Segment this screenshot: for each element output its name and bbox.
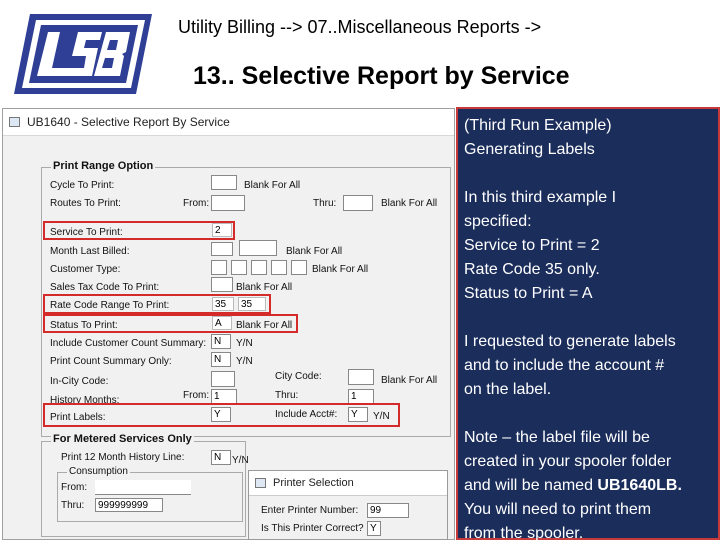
history-thru-label: Thru: [275,390,299,401]
count-only-note: Y/N [236,356,253,367]
status-input[interactable]: A [212,316,232,330]
month-billed-note: Blank For All [286,246,343,257]
explanation-panel: (Third Run Example) Generating Labels In… [456,107,720,542]
routes-thru-label: Thru: [313,198,337,209]
metered-title: For Metered Services Only [51,433,194,445]
status-note: Blank For All [236,320,293,331]
include-count-label: Include Customer Count Summary: [50,338,207,349]
panel-filename-prefix: and will be named [464,477,598,494]
cons-thru-label: Thru: [61,500,85,511]
panel-para3-line: and will be named UB1640LB. [464,474,718,498]
service-label: Service To Print: [50,227,123,238]
panel-heading-1: (Third Run Example) [464,117,612,134]
window-title: UB1640 - Selective Report By Service [27,115,230,129]
print-labels-note: Y/N [373,411,390,422]
company-logo [14,14,152,94]
history12-note: Y/N [232,455,249,466]
printer-correct-label: Is This Printer Correct? [261,523,364,534]
printer-number-input[interactable]: 99 [367,503,409,518]
history-from-label: From: [183,390,210,401]
service-input[interactable]: 2 [212,223,232,237]
in-city-label: In-City Code: [50,376,109,387]
in-city-note: Blank For All [381,375,438,386]
panel-line: specified: [464,213,532,230]
panel-heading-2: Generating Labels [464,141,595,158]
status-label: Status To Print: [50,320,118,331]
rate-code-thru-input[interactable]: 35 [238,297,266,311]
city-code-label: City Code: [275,371,322,382]
cycle-note: Blank For All [244,180,301,191]
count-only-label: Print Count Summary Only: [50,356,172,367]
panel-line: Rate Code 35 only. [464,261,600,278]
panel-para3-line: You will need to print them [464,501,652,518]
routes-note: Blank For All [381,198,438,209]
panel-para3-line: created in your spooler folder [464,453,672,470]
count-only-input[interactable]: N [211,352,231,367]
panel-para2-line: on the label. [464,381,552,398]
dialog-title: Printer Selection [273,477,354,489]
routes-from-label: From: [183,198,210,209]
routes-label: Routes To Print: [50,198,121,209]
routes-from-input[interactable] [211,195,245,211]
rate-code-label: Rate Code Range To Print: [50,300,170,311]
dialog-icon [255,478,266,488]
cons-thru-input[interactable]: 999999999 [95,498,163,512]
panel-line: Service to Print = 2 [464,237,600,254]
panel-filename: UB1640LB. [597,477,682,494]
app-icon [9,117,20,127]
panel-line: Status to Print = A [464,285,593,302]
history12-label: Print 12 Month History Line: [61,452,185,463]
cycle-label: Cycle To Print: [50,180,115,191]
printer-selection-dialog: Printer Selection Enter Printer Number: … [248,470,448,540]
sales-tax-input[interactable] [211,277,233,292]
include-count-note: Y/N [236,338,253,349]
customer-type-box-3[interactable] [251,260,267,275]
history12-input[interactable]: N [211,450,231,465]
customer-type-box-4[interactable] [271,260,287,275]
print-labels-label: Print Labels: [50,412,106,423]
page-title: 13.. Selective Report by Service [193,62,570,90]
panel-para2-line: and to include the account # [464,357,665,374]
routes-thru-input[interactable] [343,195,373,211]
window-titlebar: UB1640 - Selective Report By Service [3,109,454,136]
printer-correct-input[interactable]: Y [367,521,381,536]
include-acct-label: Include Acct#: [275,409,338,420]
rate-code-from-input[interactable]: 35 [212,297,234,311]
month-billed-label: Month Last Billed: [50,246,130,257]
cycle-input[interactable] [211,175,237,190]
in-city-input[interactable] [211,371,235,387]
include-acct-input[interactable]: Y [348,407,368,422]
panel-para3-line: from the spooler. [464,525,584,542]
customer-type-note: Blank For All [312,264,369,275]
cons-from-label: From: [61,482,88,493]
cons-from-input[interactable] [95,480,191,495]
panel-para3-line: Note – the label file will be [464,429,650,446]
sales-tax-note: Blank For All [236,282,293,293]
customer-type-box-5[interactable] [291,260,307,275]
printer-number-label: Enter Printer Number: [261,505,359,516]
include-count-input[interactable]: N [211,334,231,349]
panel-para2-line: I requested to generate labels [464,333,676,350]
customer-type-label: Customer Type: [50,264,121,275]
panel-line: In this third example I [464,189,617,206]
print-range-title: Print Range Option [51,160,156,172]
history-thru-input[interactable]: 1 [348,389,374,404]
breadcrumb: Utility Billing --> 07..Miscellaneous Re… [178,17,542,37]
dialog-titlebar: Printer Selection [249,471,447,496]
month-billed-box-1[interactable] [211,242,233,256]
customer-type-box-1[interactable] [211,260,227,275]
consumption-title: Consumption [67,466,130,477]
month-billed-box-2[interactable] [239,240,277,256]
customer-type-box-2[interactable] [231,260,247,275]
city-code-input[interactable] [348,369,374,385]
sales-tax-label: Sales Tax Code To Print: [50,282,160,293]
print-labels-input[interactable]: Y [211,407,231,422]
history-from-input[interactable]: 1 [211,389,237,404]
